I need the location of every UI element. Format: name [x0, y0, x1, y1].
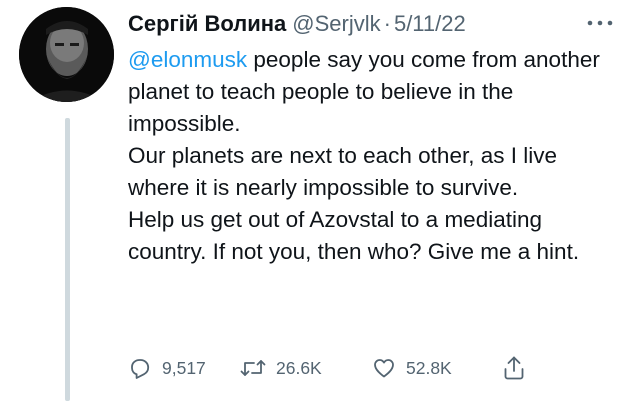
more-options-icon[interactable]	[586, 18, 614, 28]
thread-line	[65, 118, 70, 401]
display-name[interactable]: Сергій Волина	[128, 8, 286, 40]
share-icon	[504, 356, 524, 380]
tweet-text: @elonmusk people say you come from anoth…	[128, 44, 618, 268]
avatar[interactable]	[19, 7, 114, 102]
tweet-paragraph: @elonmusk people say you come from anoth…	[128, 44, 618, 140]
reply-count: 9,517	[162, 357, 206, 378]
retweet-button[interactable]: 26.6K	[240, 356, 372, 380]
separator-dot: ·	[383, 11, 391, 36]
reply-icon	[131, 359, 150, 379]
mention-link[interactable]: @elonmusk	[128, 47, 247, 72]
retweet-count: 26.6K	[276, 357, 322, 378]
retweet-icon	[240, 360, 266, 376]
share-button[interactable]	[502, 355, 526, 381]
like-count: 52.8K	[406, 357, 452, 378]
like-icon	[374, 359, 394, 378]
like-button[interactable]: 52.8K	[372, 356, 502, 380]
tweet-date[interactable]: 5/11/22	[394, 8, 466, 40]
profile-photo	[19, 7, 114, 102]
user-handle[interactable]: @Serjvlk	[292, 8, 380, 40]
tweet[interactable]: Сергій Волина @Serjvlk · 5/11/22 @elonmu…	[0, 0, 640, 401]
action-bar: 9,517 26.6K 52.8K	[128, 352, 526, 384]
reply-button[interactable]: 9,517	[128, 356, 240, 380]
tweet-header: Сергій Волина @Serjvlk · 5/11/22	[128, 8, 466, 40]
tweet-paragraph: Our planets are next to each other, as I…	[128, 143, 557, 200]
tweet-paragraph: Help us get out of Azovstal to a mediati…	[128, 207, 580, 264]
